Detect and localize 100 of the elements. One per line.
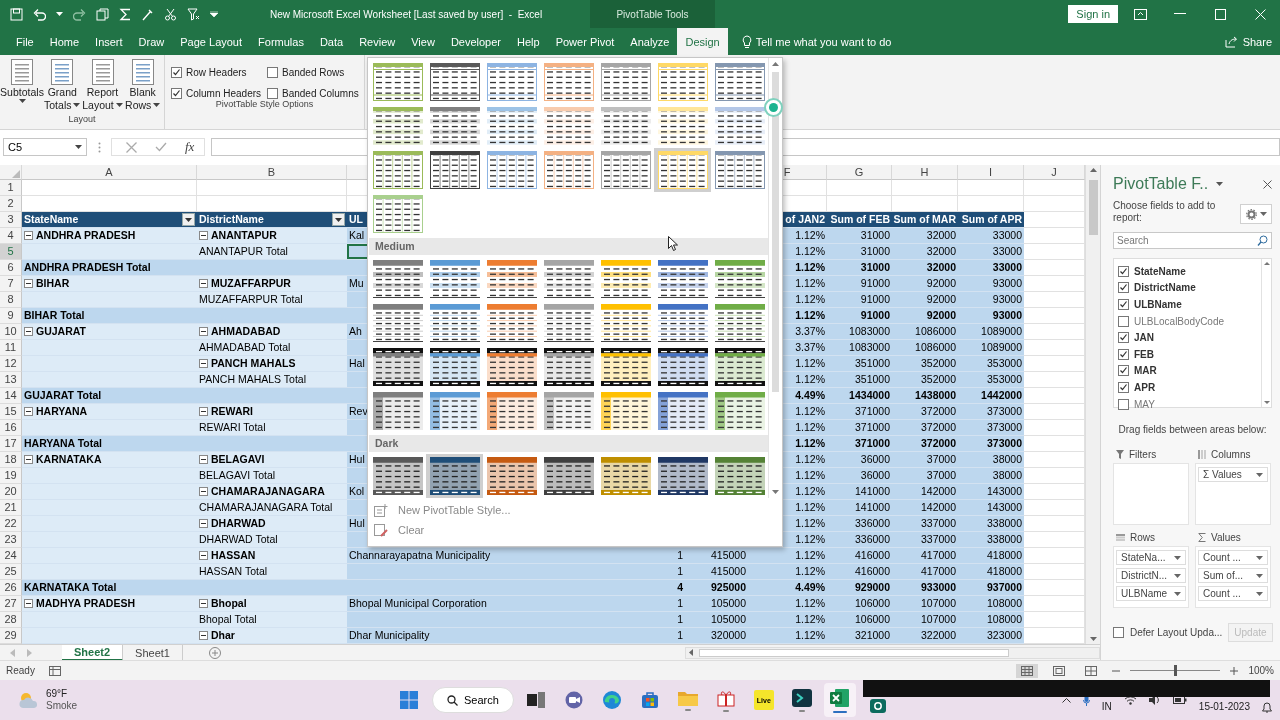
row-header[interactable]: 4	[0, 228, 22, 244]
ribbon-tab[interactable]: Power Pivot	[547, 28, 623, 55]
table-cell: 92000	[892, 276, 958, 292]
table-cell: CHAMARAJANAGARA Total	[197, 500, 347, 516]
tell-me-search[interactable]: Tell me what you want to do	[735, 28, 898, 55]
field-label: MAR	[1134, 365, 1157, 377]
table-cell: 108000	[958, 596, 1024, 612]
search-field[interactable]: Search	[1113, 232, 1272, 249]
row-header[interactable]: 20	[0, 484, 22, 500]
column-header[interactable]: B	[197, 165, 347, 180]
ribbon-tab[interactable]: Help	[509, 28, 548, 55]
layout-button[interactable]: Grand Totals	[43, 57, 82, 114]
row-header[interactable]: 1	[0, 180, 22, 196]
insert-function-button[interactable]: fx	[185, 139, 195, 155]
row-header[interactable]: 27	[0, 596, 22, 612]
drop-area[interactable]: Σ Values	[1195, 463, 1271, 525]
row-header[interactable]: 17	[0, 436, 22, 452]
table-cell: 37000	[892, 468, 958, 484]
ribbon-tab[interactable]: Data	[311, 28, 352, 55]
input-language[interactable]: IN	[1101, 701, 1112, 713]
drop-area[interactable]: Count ... Sum of... Count ...	[1195, 546, 1271, 608]
table-cell: 372000	[892, 420, 958, 436]
area-field-chip[interactable]: DistrictN...	[1116, 568, 1186, 583]
row-header[interactable]: 8	[0, 292, 22, 308]
status-text: Ready	[6, 665, 35, 676]
ribbon-tab[interactable]: Home	[41, 28, 88, 55]
row-header[interactable]: 10	[0, 324, 22, 340]
cell-text: BIHAR	[36, 276, 70, 291]
row-header[interactable]: 15	[0, 404, 22, 420]
column-header[interactable]: J	[1024, 165, 1085, 180]
area-field-chip[interactable]: Count ...	[1198, 586, 1268, 601]
row-header[interactable]: 7	[0, 276, 22, 292]
taskbar-date[interactable]: 15-01-2023	[1198, 701, 1250, 713]
drop-area[interactable]: StateNa... DistrictN... ULBName	[1113, 546, 1189, 608]
table-cell: 38000	[958, 452, 1024, 468]
table-cell: 142000	[892, 500, 958, 516]
search-button[interactable]: Search	[432, 687, 514, 713]
layout-button[interactable]: Blank Rows	[123, 57, 162, 114]
row-header[interactable]: 21	[0, 500, 22, 516]
table-cell: HASSAN Total	[197, 564, 347, 580]
ribbon-tab[interactable]: Design	[677, 28, 728, 55]
column-header[interactable]: H	[892, 165, 958, 180]
area-field-chip[interactable]: Σ Values	[1198, 467, 1268, 482]
name-box[interactable]: C5	[3, 138, 87, 156]
table-cell: 143000	[958, 484, 1024, 500]
row-header[interactable]: 22	[0, 516, 22, 532]
row-header[interactable]: 14	[0, 388, 22, 404]
column-header[interactable]: I	[958, 165, 1024, 180]
layout-button[interactable]: Subtotals	[2, 57, 42, 114]
row-header[interactable]: 3	[0, 212, 22, 228]
row-header[interactable]: 9	[0, 308, 22, 324]
layout-button[interactable]: Report Layout	[82, 57, 123, 114]
row-header[interactable]: 29	[0, 628, 22, 644]
ribbon-tab[interactable]: Review	[351, 28, 404, 55]
row-header[interactable]: 13	[0, 372, 22, 388]
table-cell: 416000	[827, 564, 892, 580]
row-header[interactable]: 28	[0, 612, 22, 628]
row-header[interactable]: 5	[0, 244, 22, 260]
ribbon-tab[interactable]: View	[403, 28, 443, 55]
ribbon-tab[interactable]: Insert	[87, 28, 131, 55]
row-header[interactable]: 26	[0, 580, 22, 596]
row-header[interactable]: 16	[0, 420, 22, 436]
sign-in-button[interactable]: Sign in	[1068, 5, 1118, 23]
table-cell: 353000	[958, 356, 1024, 372]
row-header[interactable]: 11	[0, 340, 22, 356]
table-cell: 1086000	[892, 324, 958, 340]
table-cell: 38000	[958, 468, 1024, 484]
area-field-chip[interactable]: Sum of...	[1198, 568, 1268, 583]
cell-text: DistrictName	[199, 212, 264, 227]
gallery-section-label: Medium	[369, 238, 768, 255]
area-field-chip[interactable]: ULBName	[1116, 586, 1186, 601]
column-header[interactable]: A	[22, 165, 197, 180]
zoom-level[interactable]: 100%	[1248, 665, 1274, 676]
ribbon-tab[interactable]: Draw	[130, 28, 173, 55]
row-header[interactable]: 6	[0, 260, 22, 276]
table-cell: Channarayapatna Municipality	[347, 548, 610, 564]
sheet-tab[interactable]: Sheet2	[62, 644, 124, 661]
ribbon-tab[interactable]: Page Layout	[172, 28, 251, 55]
row-header[interactable]: 12	[0, 356, 22, 372]
row-header[interactable]: 18	[0, 452, 22, 468]
row-header[interactable]: 19	[0, 468, 22, 484]
table-cell: 415000	[685, 564, 748, 580]
row-header[interactable]: 25	[0, 564, 22, 580]
area-field-chip[interactable]: StateNa...	[1116, 550, 1186, 565]
table-cell: 36000	[827, 468, 892, 484]
table-cell: Bhopal Total	[197, 612, 347, 628]
column-header[interactable]: G	[827, 165, 892, 180]
table-cell: 320000	[685, 628, 748, 644]
ribbon-tab[interactable]: Formulas	[250, 28, 312, 55]
area-field-chip[interactable]: Count ...	[1198, 550, 1268, 565]
ribbon-tab[interactable]: Analyze	[622, 28, 678, 55]
share-button[interactable]: Share	[1218, 28, 1280, 55]
row-header[interactable]: 24	[0, 548, 22, 564]
table-cell: 417000	[892, 548, 958, 564]
ribbon-tab[interactable]: Developer	[442, 28, 509, 55]
ribbon-tab[interactable]: File	[8, 28, 42, 55]
row-header[interactable]: 2	[0, 196, 22, 212]
row-header[interactable]: 23	[0, 532, 22, 548]
group-label: Layout	[67, 114, 97, 126]
table-cell: 31000	[827, 228, 892, 244]
